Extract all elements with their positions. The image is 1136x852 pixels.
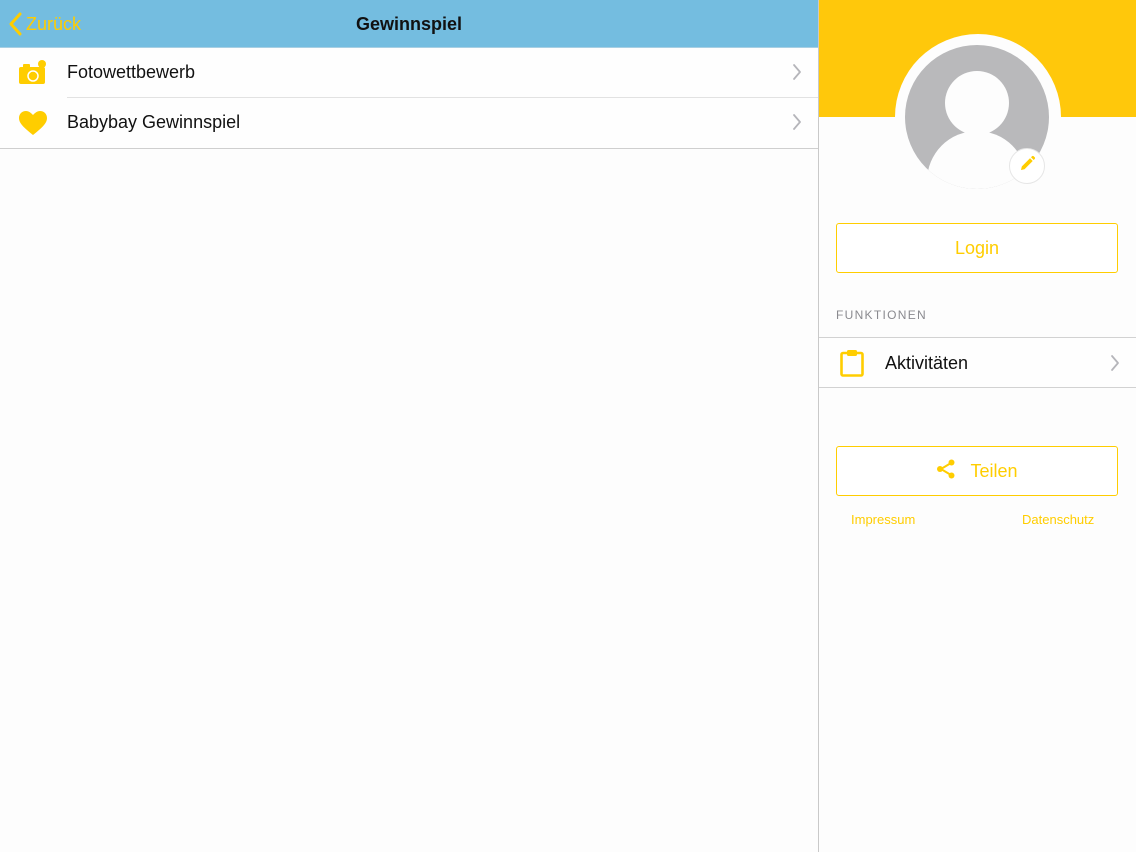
list-item-babybay-gewinnspiel[interactable]: Babybay Gewinnspiel	[0, 98, 818, 148]
pencil-icon	[1018, 155, 1036, 178]
menu-item-label: Aktivitäten	[885, 353, 969, 373]
chevron-right-icon	[792, 113, 802, 136]
chevron-right-icon	[792, 63, 802, 86]
list-item-label: Babybay Gewinnspiel	[67, 112, 241, 132]
camera-icon	[18, 60, 48, 86]
app: Zurück Gewinnspiel Fotowettbewerb Babyba…	[0, 0, 1136, 852]
main-pane: Zurück Gewinnspiel Fotowettbewerb Babyba…	[0, 0, 818, 852]
datenschutz-link[interactable]: Datenschutz	[1022, 512, 1094, 527]
heart-icon	[18, 110, 48, 136]
edit-avatar-button[interactable]	[1009, 148, 1045, 184]
share-label: Teilen	[970, 460, 1018, 481]
page-title: Gewinnspiel	[355, 14, 463, 34]
share-icon	[936, 459, 970, 484]
section-heading-funktionen: FUNKTIONEN	[836, 308, 927, 322]
side-menu: Login FUNKTIONEN Aktivitäten Teilen Impr…	[819, 0, 1136, 852]
list-item-label: Fotowettbewerb	[67, 62, 196, 82]
share-button[interactable]: Teilen	[836, 446, 1118, 496]
chevron-right-icon	[1110, 354, 1120, 377]
menu-item-aktivitaeten[interactable]: Aktivitäten	[819, 337, 1136, 388]
list-item-fotowettbewerb[interactable]: Fotowettbewerb	[0, 48, 818, 98]
contest-list: Fotowettbewerb Babybay Gewinnspiel	[0, 48, 818, 149]
navigation-bar: Zurück Gewinnspiel	[0, 0, 818, 48]
impressum-link[interactable]: Impressum	[851, 512, 915, 527]
clipboard-icon	[840, 349, 864, 382]
login-button[interactable]: Login	[836, 223, 1118, 273]
